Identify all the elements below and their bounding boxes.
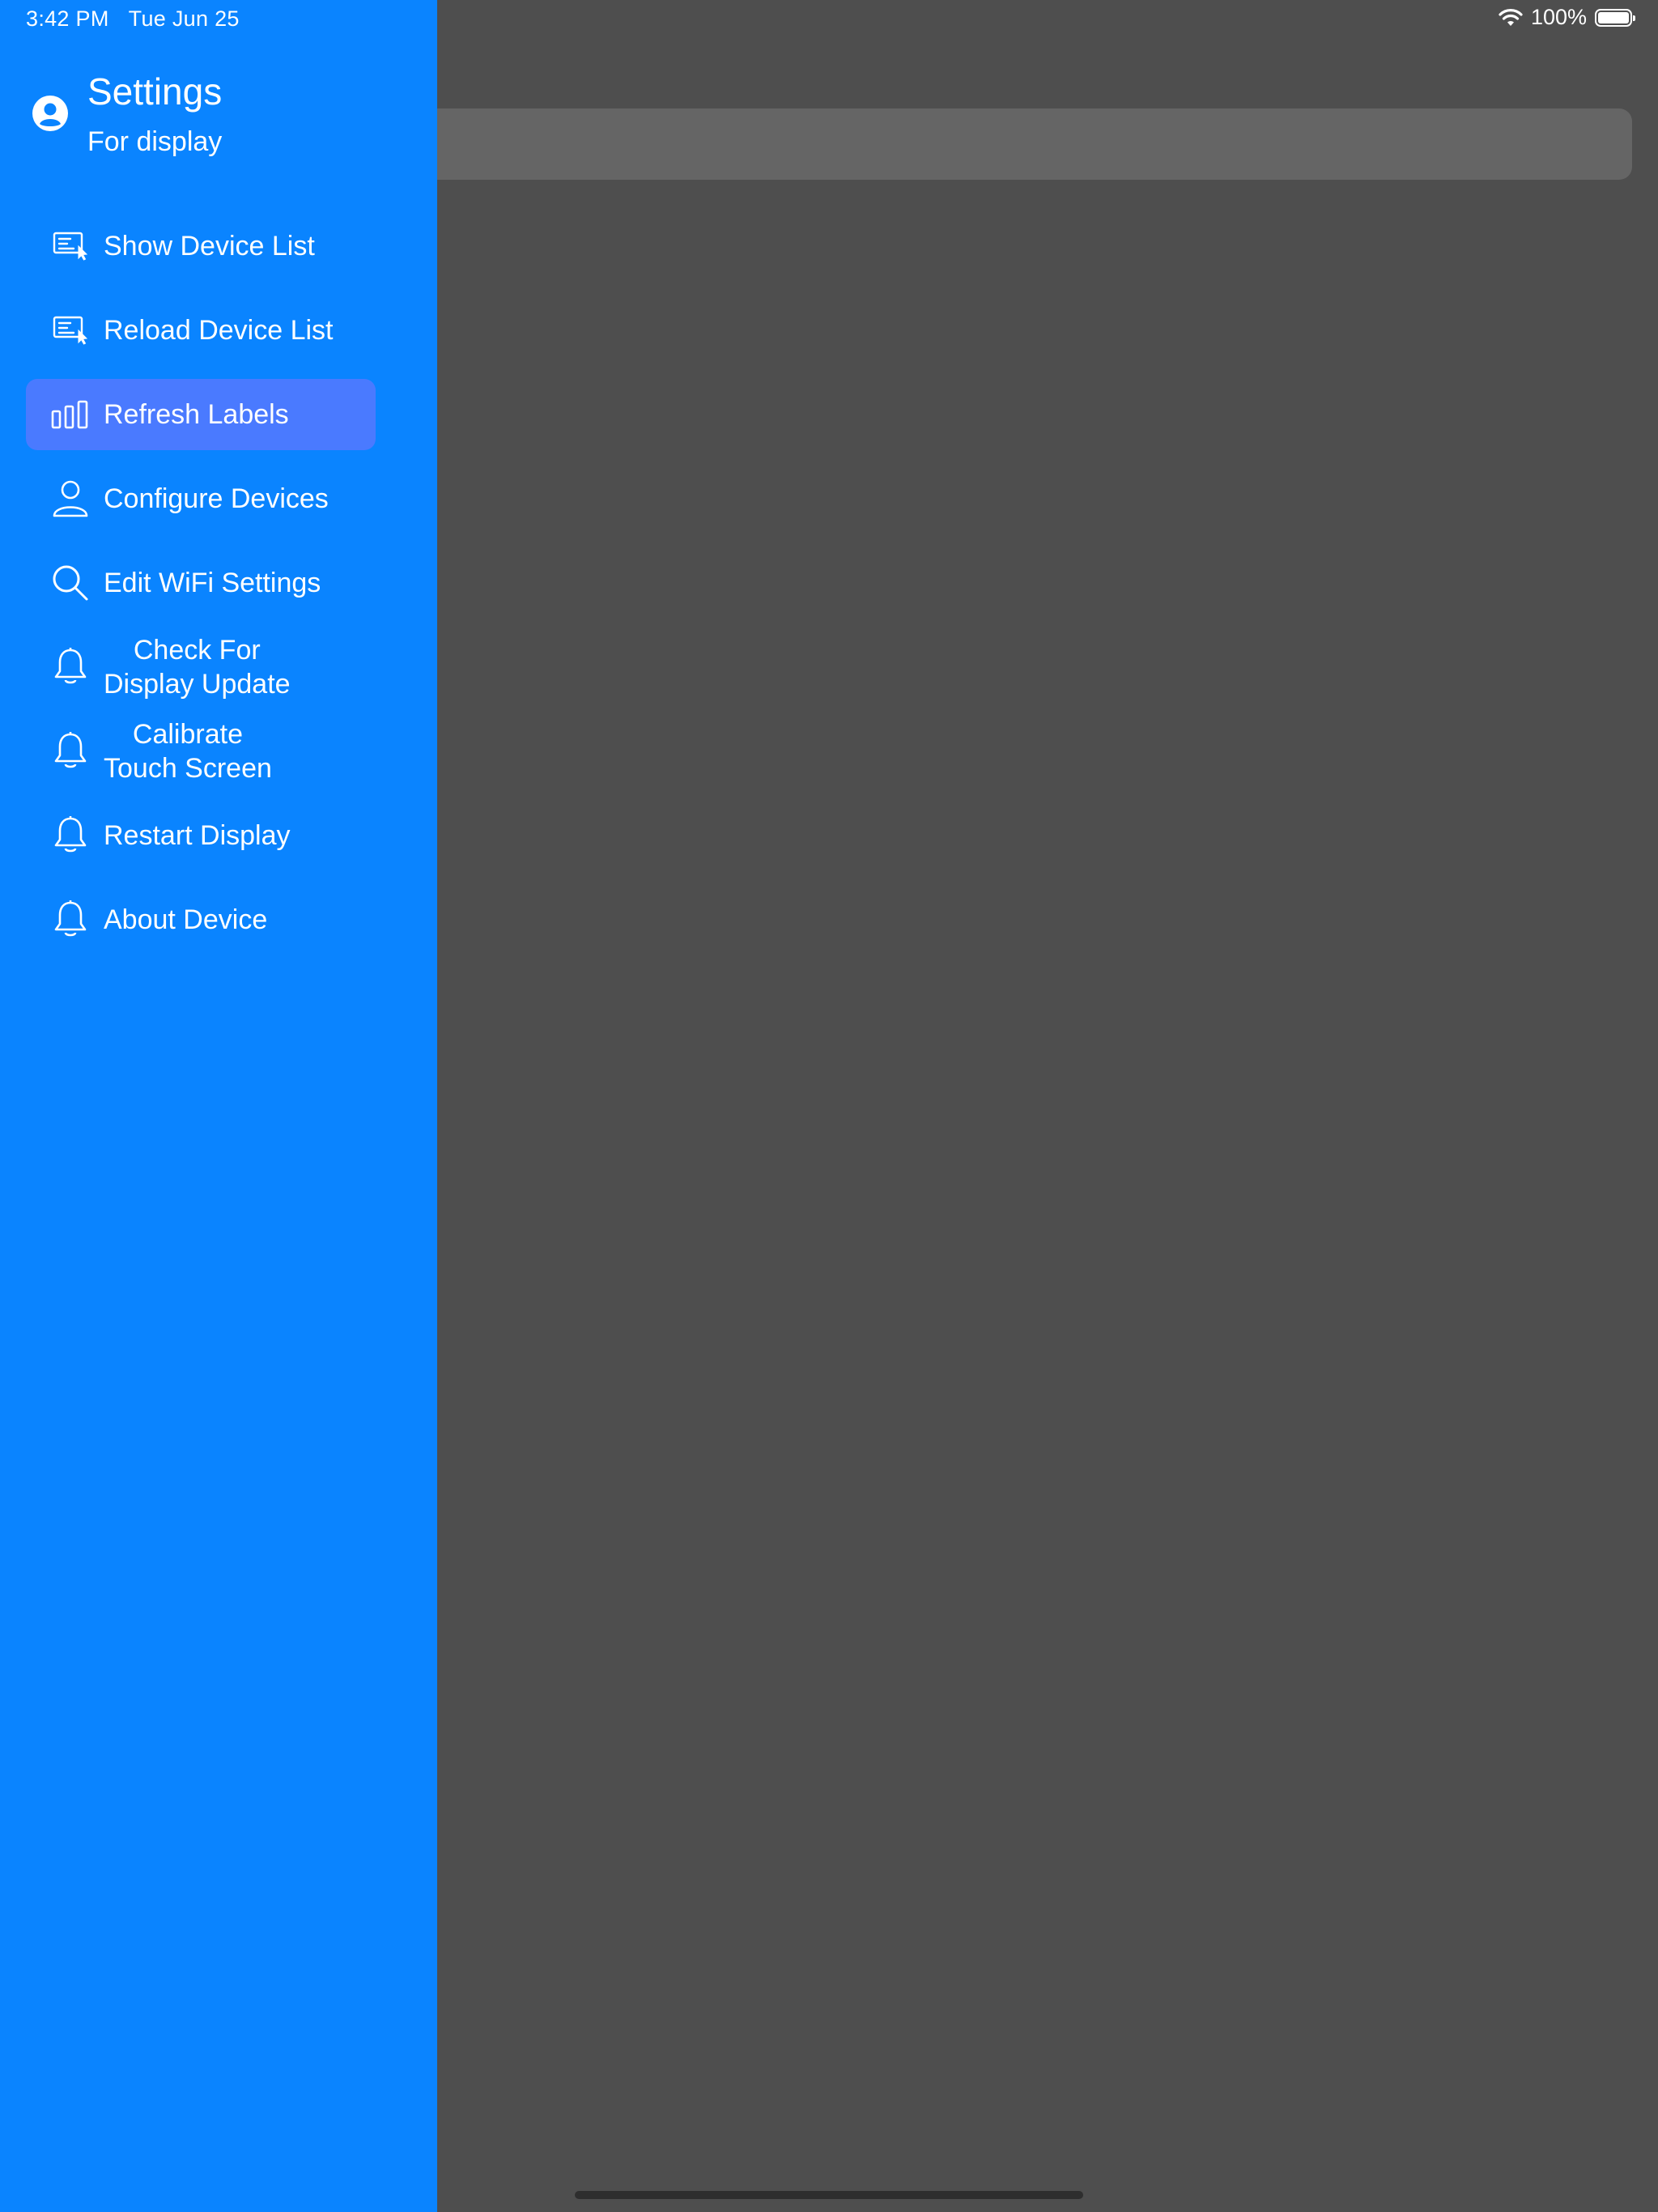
menu-item-label-line1: Calibrate — [132, 719, 243, 750]
bell-icon — [50, 900, 91, 940]
bar-chart-icon — [50, 394, 91, 435]
status-bar-right: 100% — [1499, 5, 1635, 30]
drawer-header: Settings For display — [29, 70, 418, 167]
menu-item-restart-display[interactable]: Restart Display — [26, 800, 376, 871]
menu-item-reload-device-list[interactable]: Reload Device List — [26, 295, 376, 366]
status-bar-left: 3:42 PM Tue Jun 25 — [26, 6, 240, 32]
home-indicator — [575, 2191, 1083, 2199]
wifi-icon — [1499, 8, 1523, 28]
menu-item-about-device[interactable]: About Device — [26, 884, 376, 955]
bell-icon — [50, 647, 91, 687]
search-icon — [50, 563, 91, 603]
menu-item-edit-wifi-settings[interactable]: Edit WiFi Settings — [26, 547, 376, 619]
list-cursor-icon — [50, 226, 91, 266]
search-bar[interactable] — [389, 108, 1632, 180]
menu-item-label: Calibrate Touch Screen — [104, 717, 272, 785]
menu-item-refresh-labels[interactable]: Refresh Labels — [26, 379, 376, 450]
menu-item-label: Edit WiFi Settings — [104, 568, 321, 598]
menu-item-label: Configure Devices — [104, 483, 329, 514]
avatar-icon — [32, 96, 68, 131]
drawer-subtitle: For display — [87, 126, 223, 157]
menu-item-label: Restart Display — [104, 820, 291, 851]
menu-item-label: Check For Display Update — [104, 633, 291, 701]
bell-icon — [50, 815, 91, 856]
status-date: Tue Jun 25 — [128, 6, 240, 31]
menu-item-check-for-display-update[interactable]: Check For Display Update — [26, 632, 376, 703]
bell-icon — [50, 731, 91, 772]
menu-item-label: Reload Device List — [104, 315, 334, 346]
battery-icon — [1595, 8, 1635, 27]
menu-item-label-line2: Touch Screen — [104, 753, 272, 784]
menu-item-label: About Device — [104, 904, 268, 935]
menu-item-label: Refresh Labels — [104, 399, 289, 430]
drawer-title: Settings — [87, 70, 223, 113]
list-cursor-icon — [50, 310, 91, 351]
menu-item-show-device-list[interactable]: Show Device List — [26, 211, 376, 282]
drawer-menu: Show Device List Reload Device List Refr… — [26, 211, 376, 968]
person-icon — [50, 479, 91, 519]
menu-item-calibrate-touch-screen[interactable]: Calibrate Touch Screen — [26, 716, 376, 787]
status-time: 3:42 PM — [26, 6, 109, 31]
menu-item-label-line1: Check For — [133, 635, 261, 666]
menu-item-configure-devices[interactable]: Configure Devices — [26, 463, 376, 534]
battery-percent: 100% — [1530, 5, 1587, 29]
menu-item-label-line2: Display Update — [104, 669, 291, 700]
menu-item-label: Show Device List — [104, 231, 315, 262]
side-drawer: Settings For display Show Device List Re… — [0, 0, 437, 2212]
